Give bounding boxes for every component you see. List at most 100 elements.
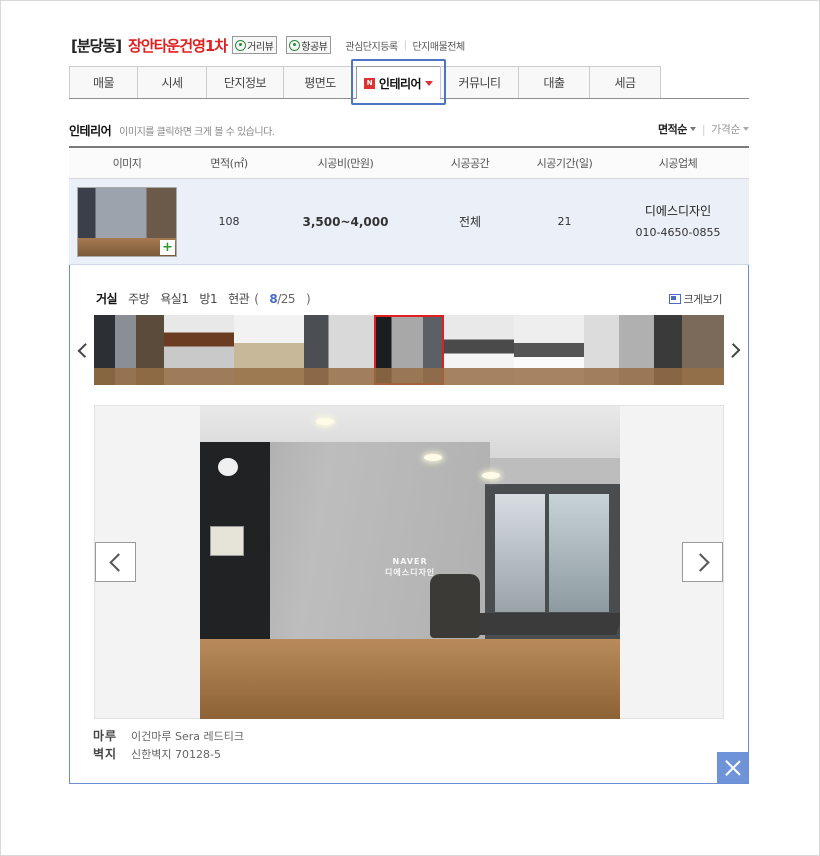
tab-floorplan[interactable]: 평면도	[283, 66, 357, 98]
tab-tax[interactable]: 세금	[589, 66, 661, 98]
counter-open: (	[254, 291, 259, 306]
spec-key: 벽지	[93, 747, 118, 761]
photo-window-pane	[549, 494, 609, 612]
photo-chair	[430, 574, 480, 638]
gallery-thumb[interactable]	[584, 315, 654, 385]
divider: |	[403, 39, 407, 51]
street-view-button[interactable]: 거리뷰	[232, 36, 278, 54]
interior-thumbnail[interactable]: +	[77, 187, 177, 257]
table-header: 이미지 면적(㎡) 시공비(만원) 시공공간 시공기간(일) 시공업체	[69, 146, 749, 179]
tab-label: 평면도	[304, 76, 336, 90]
gallery-thumb[interactable]	[444, 315, 514, 385]
divider: |	[701, 122, 706, 136]
spec-key: 마루	[93, 729, 118, 743]
tab-price[interactable]: 시세	[137, 66, 207, 98]
sort-by-area[interactable]: 면적순	[658, 121, 687, 137]
complex-header: [분당동] 장안타운건영1차 거리뷰 항공뷰 관심단지등록 | 단지매물전체	[71, 34, 465, 56]
counter-close: )	[306, 291, 311, 306]
gallery-thumb[interactable]	[514, 315, 584, 385]
watermark-vendor: 디에스디자인	[385, 568, 436, 577]
map-pin-icon	[235, 39, 247, 51]
watermark-naver: NAVER	[392, 557, 428, 566]
sort-arrow-icon	[743, 127, 749, 131]
photo-intercom	[210, 526, 244, 556]
category-list: 거실 주방 욕실1 방1 현관 (8/25)	[96, 290, 332, 307]
spec-value: 이건마루 Sera 레드티크	[131, 729, 244, 743]
sort-by-price[interactable]: 가격순	[711, 121, 740, 137]
cost-value: 3,500~4,000	[302, 214, 389, 229]
photo-viewer: NAVER 디에스디자인	[94, 405, 724, 719]
region-label: [분당동]	[71, 36, 122, 55]
col-vendor: 시공업체	[658, 157, 698, 170]
all-listings-link[interactable]: 단지매물전체	[412, 38, 465, 53]
tab-listings[interactable]: 매물	[69, 66, 138, 98]
add-favorite-link[interactable]: 관심단지등록	[345, 38, 398, 53]
enlarge-icon	[668, 294, 681, 304]
airplane-icon	[289, 39, 301, 51]
col-period: 시공기간(일)	[536, 157, 593, 170]
sort-options: 면적순 | 가격순	[658, 121, 749, 137]
close-icon	[725, 760, 741, 776]
photo-ceiling-light	[482, 472, 500, 479]
tab-label: 대출	[543, 76, 565, 90]
tab-loan[interactable]: 대출	[518, 66, 590, 98]
photo-window-pane	[495, 494, 545, 612]
active-tab-highlight	[351, 59, 446, 105]
photo-floor	[200, 639, 620, 719]
thumbnail-strip	[94, 315, 724, 385]
sort-arrow-icon	[689, 127, 696, 131]
area-value: 108	[218, 215, 240, 228]
tab-label: 커뮤니티	[458, 76, 501, 90]
spec-wallpaper: 벽지 신한벽지 70128-5	[93, 745, 221, 762]
close-panel-button[interactable]	[717, 752, 748, 783]
tab-label: 매물	[92, 76, 115, 90]
spec-floor: 마루 이건마루 Sera 레드티크	[93, 727, 244, 744]
section-title: 인테리어	[69, 123, 112, 138]
complex-name[interactable]: 장안타운건영1차	[128, 35, 228, 56]
interior-photo[interactable]: NAVER 디에스디자인	[200, 406, 620, 719]
gallery-thumb[interactable]	[164, 315, 234, 385]
period-value: 21	[557, 215, 572, 228]
vendor-cell: 디에스디자인 010-4650-0855	[607, 179, 749, 264]
col-cost: 시공비(만원)	[317, 157, 374, 170]
gallery-thumb[interactable]	[94, 315, 164, 385]
gallery-thumb[interactable]	[654, 315, 724, 385]
strip-prev-button[interactable]	[74, 338, 93, 362]
enlarge-label: 크게보기	[683, 293, 723, 306]
photo-prev-button[interactable]	[95, 542, 136, 582]
section-description: 이미지를 클릭하면 크게 볼 수 있습니다.	[119, 126, 275, 138]
category-kitchen[interactable]: 주방	[128, 290, 150, 307]
chevron-right-icon	[725, 342, 741, 358]
category-living[interactable]: 거실	[96, 290, 118, 307]
category-entrance[interactable]: 현관	[228, 290, 250, 307]
category-room1[interactable]: 방1	[199, 290, 217, 307]
tab-label: 단지정보	[223, 76, 267, 90]
photo-wall-lamp	[218, 458, 238, 476]
spec-value: 신한벽지 70128-5	[131, 747, 221, 761]
tab-label: 세금	[614, 76, 636, 90]
col-area: 면적(㎡)	[210, 157, 248, 170]
strip-next-button[interactable]	[725, 338, 744, 362]
photo-ceiling-light	[424, 454, 442, 461]
gallery-thumb[interactable]	[234, 315, 304, 385]
gallery-thumb[interactable]	[304, 315, 374, 385]
enlarge-button[interactable]: 크게보기	[668, 291, 723, 307]
gallery-thumb-selected[interactable]	[374, 315, 444, 385]
image-counter: (8/25)	[254, 292, 321, 306]
tab-community[interactable]: 커뮤니티	[440, 66, 519, 98]
aerial-view-button[interactable]: 항공뷰	[286, 36, 332, 54]
vendor-name: 디에스디자인	[644, 203, 712, 218]
table-row[interactable]: + 108 3,500~4,000 전체 21 디에스디자인 010-4650-…	[69, 179, 749, 265]
category-bath1[interactable]: 욕실1	[160, 290, 189, 307]
street-view-label: 거리뷰	[247, 41, 274, 53]
section-header: 인테리어 이미지를 클릭하면 크게 볼 수 있습니다. 면적순 | 가격순	[69, 121, 749, 139]
photo-mat	[465, 613, 620, 635]
space-value: 전체	[458, 215, 482, 229]
interior-detail-panel: 거실 주방 욕실1 방1 현관 (8/25) 크게보기 NAVER 디에스디자인…	[69, 265, 749, 784]
tab-complex-info[interactable]: 단지정보	[206, 66, 284, 98]
photo-next-button[interactable]	[682, 542, 723, 582]
counter-total: /25	[277, 291, 296, 306]
plus-icon: +	[160, 240, 175, 255]
chevron-right-icon	[690, 552, 710, 572]
col-space: 시공공간	[450, 157, 490, 170]
